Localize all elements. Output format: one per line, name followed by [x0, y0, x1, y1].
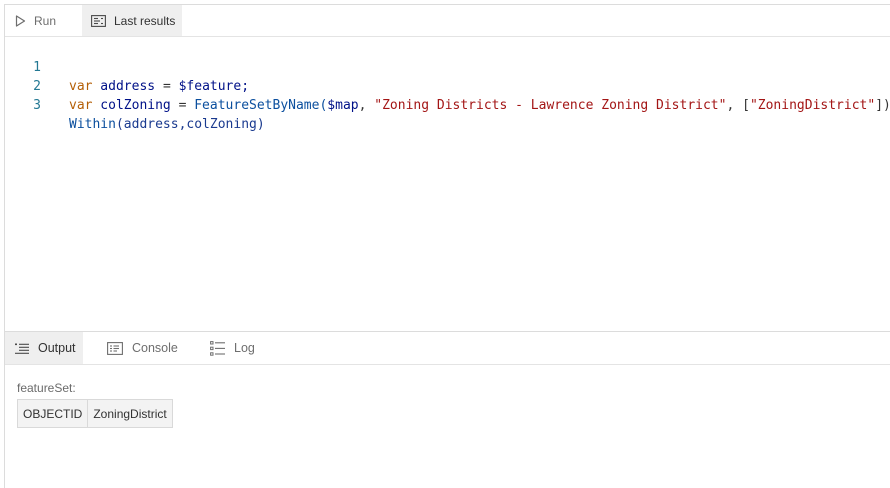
list-icon	[15, 343, 29, 354]
code-token: FeatureSetByName(	[186, 98, 328, 113]
console-icon	[107, 341, 123, 355]
tab-output-label: Output	[38, 341, 76, 355]
output-panel: featureSet: OBJECTID ZoningDistrict	[5, 366, 890, 488]
code-token: $map	[327, 98, 359, 113]
column-header-zoningdistrict: ZoningDistrict	[87, 399, 173, 428]
tab-console[interactable]: Console	[83, 332, 185, 364]
play-icon	[15, 14, 26, 27]
code-token: , [	[726, 98, 750, 113]
run-label: Run	[34, 13, 57, 28]
code-token: colZoning	[92, 98, 179, 113]
last-results-label: Last results	[114, 13, 176, 28]
arcade-editor-window: Run Last results 1 var address = $featur…	[4, 4, 890, 488]
result-table: OBJECTID ZoningDistrict	[16, 399, 173, 428]
code-line: 1 var address = $feature;	[5, 39, 249, 94]
code-token: "ZoningDistrict"	[749, 98, 876, 113]
tab-log-label: Log	[234, 341, 255, 355]
code-token: $feature;	[170, 79, 250, 94]
code-text[interactable]: Within(address,colZoning)	[69, 115, 265, 134]
tab-log[interactable]: Log	[185, 332, 265, 364]
column-header-objectid: OBJECTID	[16, 399, 89, 428]
code-token: "Zoning Districts - Lawrence Zoning Dist…	[374, 98, 727, 113]
code-editor[interactable]: 1 var address = $feature; 2 var colZonin…	[5, 37, 890, 332]
table-header-row: OBJECTID ZoningDistrict	[16, 399, 173, 428]
code-token: var	[69, 98, 93, 113]
code-line: 2 var colZoning = FeatureSetByName($map,…	[5, 58, 890, 113]
last-results-button[interactable]: Last results	[82, 5, 182, 36]
code-token: (address,colZoning)	[115, 117, 265, 132]
code-text[interactable]: var address = $feature;	[69, 77, 249, 96]
editor-toolbar: Run Last results	[5, 5, 890, 37]
results-icon	[91, 14, 106, 27]
code-token: ,	[358, 98, 375, 113]
log-icon	[210, 340, 225, 356]
code-token: address	[92, 79, 163, 94]
code-line: 3 Within(address,colZoning)	[5, 77, 265, 132]
code-token: =	[162, 79, 171, 94]
output-tabs: Output Console Log	[5, 332, 890, 365]
code-token: var	[69, 79, 93, 94]
featureset-label: featureSet:	[17, 381, 76, 395]
tab-output[interactable]: Output	[5, 332, 83, 364]
tab-console-label: Console	[132, 341, 178, 355]
run-button[interactable]: Run	[5, 5, 82, 36]
code-token: Within	[69, 117, 116, 132]
line-number: 3	[33, 98, 41, 113]
code-text[interactable]: var colZoning = FeatureSetByName($map, "…	[69, 96, 890, 115]
code-token: ])	[875, 98, 890, 113]
